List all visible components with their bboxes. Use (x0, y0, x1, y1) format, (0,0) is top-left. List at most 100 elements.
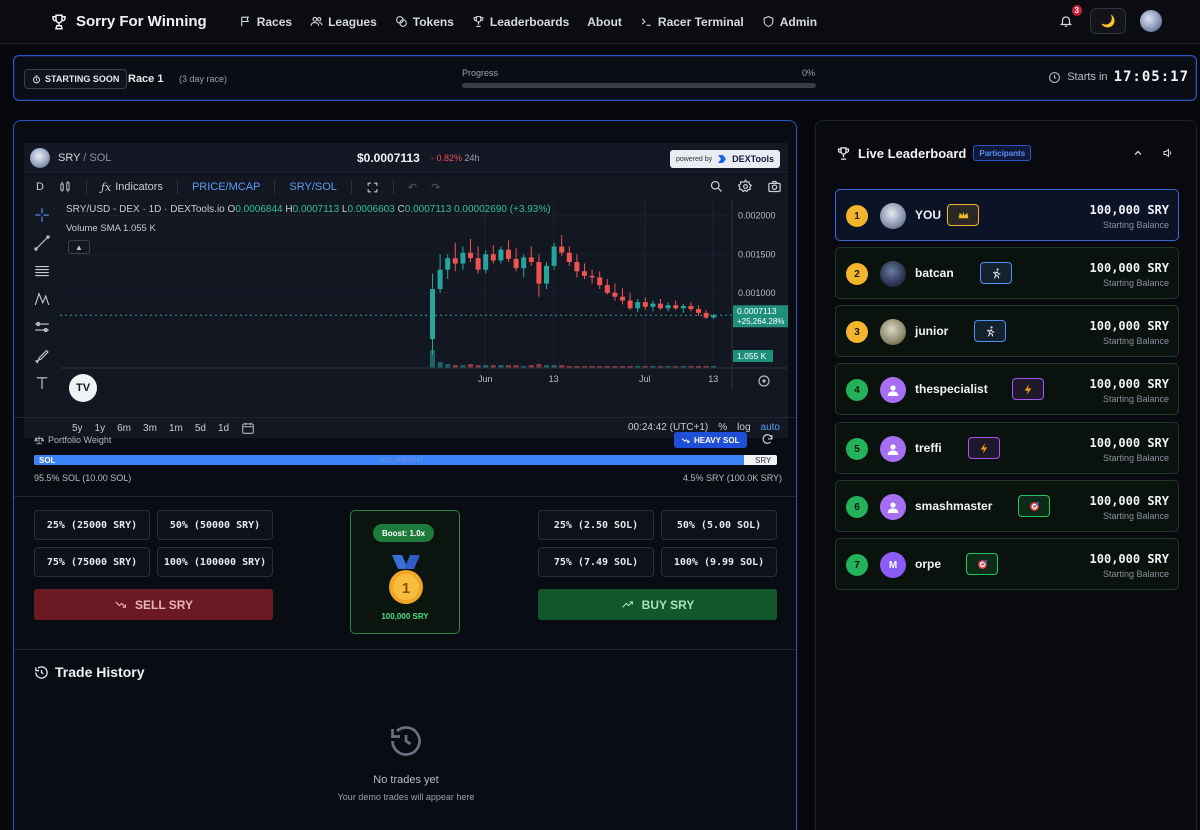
date-range-button[interactable] (241, 421, 255, 435)
candle-body (680, 305, 686, 309)
person-icon (887, 444, 899, 455)
sell-50-button[interactable]: 50% (50000 SRY) (157, 510, 273, 540)
history-empty-icon (391, 726, 421, 756)
sell-75-button[interactable]: 75% (75000 SRY) (34, 547, 150, 577)
range-3m[interactable]: 3m (143, 423, 157, 434)
portfolio-mode-badge[interactable]: HEAVY SOL (674, 432, 747, 448)
brush-tool[interactable] (33, 346, 51, 364)
buy-25-button[interactable]: 25% (2.50 SOL) (538, 510, 654, 540)
candle-body (696, 309, 701, 313)
candle-body (468, 252, 473, 259)
x-tick-label: 13 (708, 374, 718, 384)
candlestick-plot[interactable]: 0.002000 0.001500 0.001000 Jun 13 Jul 13 0.0007… (60, 200, 788, 390)
leaderboard-row[interactable]: 4 thespecialist 100,000 SRY Starting Balanc… (835, 363, 1179, 415)
portfolio-weight-label: Portfolio Weight (34, 435, 111, 445)
nav-leagues[interactable]: Leagues (310, 15, 377, 29)
chevron-up-icon: ▲ (75, 242, 83, 252)
trendline-tool[interactable] (33, 234, 51, 252)
sound-button[interactable] (1162, 147, 1174, 159)
range-1y[interactable]: 1y (95, 423, 106, 434)
leaderboard-row[interactable]: 6 smashmaster 100,000 SRY Starting Balance (835, 480, 1179, 532)
buy-50-button[interactable]: 50% (5.00 SOL) (661, 510, 777, 540)
gear-icon (738, 179, 752, 193)
nav-tokens[interactable]: Tokens (395, 15, 454, 29)
text-tool[interactable] (33, 374, 51, 392)
boost-badge: Boost: 1.0x (373, 524, 435, 542)
candle-type-button[interactable] (58, 180, 72, 194)
price-chart[interactable]: D ƒx Indicators PRICE/MCAP SRY/SOL ↶ ↷ 0… (24, 174, 788, 418)
ohlc-legend: SRY/USD - DEX · 1D · DEXTools.io O0.0006… (66, 204, 551, 215)
range-5y[interactable]: 5y (72, 423, 83, 434)
leaderboard-row[interactable]: 5 treffi 100,000 SRY Starting Balance (835, 422, 1179, 474)
interval-select[interactable]: D (36, 181, 44, 193)
racer-balance: 100,000 SRY (1089, 319, 1169, 333)
crosshair-tool[interactable] (33, 206, 51, 224)
volume-bar (536, 364, 542, 368)
range-1d[interactable]: 1d (218, 423, 229, 434)
buy-100-button[interactable]: 100% (9.99 SOL) (661, 547, 777, 577)
collapse-button[interactable] (1132, 147, 1144, 159)
candle-body (642, 302, 648, 307)
leaderboard-row[interactable]: 7 Morpe 100,000 SRY Starting Balance (835, 538, 1179, 590)
range-1m[interactable]: 1m (169, 423, 183, 434)
buy-75-button[interactable]: 75% (7.49 SOL) (538, 547, 654, 577)
dextools-logo-icon (718, 155, 727, 163)
pair-toggle[interactable]: SRY/SOL (289, 181, 337, 193)
sell-100-button[interactable]: 100% (100000 SRY) (157, 547, 273, 577)
trending-down-icon (115, 601, 126, 608)
candle-body (673, 305, 679, 309)
auto-toggle[interactable]: auto (761, 422, 780, 433)
nav-racer-terminal[interactable]: Racer Terminal (640, 15, 744, 29)
fib-tool[interactable] (33, 262, 51, 280)
sol-weight-text: 95.5% SOL (10.00 SOL) (34, 473, 132, 483)
prediction-tool[interactable] (33, 318, 51, 336)
quick-search-button[interactable] (709, 179, 724, 194)
settings-button[interactable] (738, 179, 753, 194)
leaderboard-row[interactable]: 3 junior 100,000 SRY Starting Balance (835, 305, 1179, 357)
user-avatar[interactable] (1140, 10, 1162, 32)
pattern-tool[interactable] (33, 290, 51, 308)
balance-caption: Starting Balance (1102, 569, 1169, 579)
sell-25-button[interactable]: 25% (25000 SRY) (34, 510, 150, 540)
x-tick-label: Jul (639, 374, 651, 384)
sell-button[interactable]: SELL SRY (34, 589, 273, 620)
volume-label: Volume SMA (66, 223, 121, 234)
pattern-icon (34, 292, 50, 306)
leaderboard-row[interactable]: 1 YOU 100,000 SRY Starting Balance (835, 189, 1179, 241)
fullscreen-button[interactable] (366, 181, 379, 194)
tradingview-logo[interactable]: TV (69, 374, 97, 402)
nav-leaderboards[interactable]: Leaderboards (472, 15, 569, 29)
buy-button[interactable]: BUY SRY (538, 589, 777, 620)
collapse-legend-button[interactable]: ▲ (68, 240, 90, 254)
avatar (880, 261, 906, 287)
lines-icon (35, 265, 49, 277)
participants-badge[interactable]: Participants (973, 145, 1032, 161)
theme-toggle[interactable]: 🌙 (1090, 8, 1126, 34)
screenshot-button[interactable] (767, 179, 782, 194)
nav-races[interactable]: Races (239, 15, 292, 29)
range-6m[interactable]: 6m (117, 423, 131, 434)
leaderboard-row[interactable]: 2 batcan 100,000 SRY Starting Balance (835, 247, 1179, 299)
price-change-period: 24h (464, 153, 480, 163)
undo-button[interactable]: ↶ (408, 181, 417, 194)
avatar (880, 494, 906, 520)
racer-tag (1018, 495, 1050, 517)
buy-label: BUY SRY (641, 597, 695, 612)
clock-icon (1049, 71, 1061, 83)
dextools-badge[interactable]: powered by DEXTools (669, 150, 780, 168)
nav-admin[interactable]: Admin (762, 15, 817, 29)
refresh-button[interactable] (761, 433, 774, 446)
avatar (880, 436, 906, 462)
candle-body (544, 265, 549, 284)
empty-state-title: No trades yet (373, 774, 439, 786)
range-5d[interactable]: 5d (195, 423, 206, 434)
bell-icon (1059, 16, 1073, 27)
racer-name: junior (915, 324, 949, 338)
nav-about[interactable]: About (587, 15, 622, 29)
notifications-button[interactable]: 3 (1056, 5, 1082, 31)
price-mcap-toggle[interactable]: PRICE/MCAP (192, 181, 260, 193)
boost-value: 100,000 SRY (381, 612, 429, 621)
brand[interactable]: Sorry For Winning (50, 13, 207, 31)
redo-button[interactable]: ↷ (431, 181, 440, 194)
indicators-button[interactable]: ƒx Indicators (101, 181, 163, 194)
